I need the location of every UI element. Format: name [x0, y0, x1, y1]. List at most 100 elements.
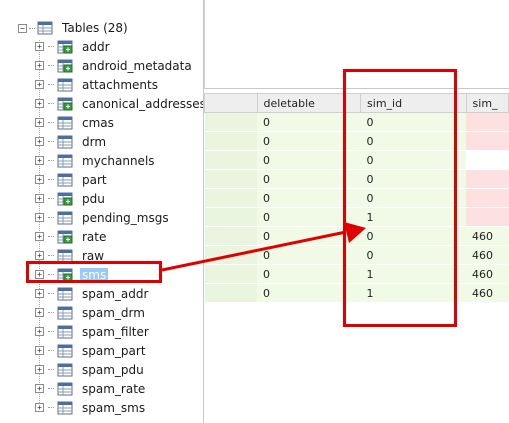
tree-item-cmas[interactable]: + cmas — [35, 113, 116, 132]
tree-connector — [48, 331, 54, 332]
cell-blank[interactable] — [204, 112, 257, 132]
expand-icon[interactable]: + — [35, 308, 44, 317]
cell-sim-partial[interactable] — [466, 131, 509, 151]
table-link-icon — [57, 192, 73, 206]
expand-icon[interactable]: + — [35, 61, 44, 70]
cell-sim-partial[interactable]: 460 — [466, 264, 509, 284]
cell-blank[interactable] — [204, 264, 257, 284]
tree-item-label: pdu — [82, 191, 105, 206]
tables-root-node[interactable]: − Tables (28) — [18, 19, 130, 37]
tree-item-pdu[interactable]: + pdu — [35, 189, 107, 208]
table-link-icon — [57, 97, 73, 111]
tree-item-label: spam_addr — [82, 286, 149, 301]
cell-sim-partial[interactable] — [466, 112, 509, 132]
tree-item-mychannels[interactable]: + mychannels — [35, 151, 157, 170]
expand-icon[interactable]: + — [35, 99, 44, 108]
tree-item-spam-sms[interactable]: + spam_sms — [35, 398, 147, 417]
tree-item-label: spam_part — [82, 343, 146, 358]
tree-item-label: mychannels — [82, 153, 155, 168]
table-icon — [57, 116, 73, 130]
collapse-icon[interactable]: − — [18, 23, 27, 33]
tree-item-canonical-addresses[interactable]: + canonical_addresses — [35, 94, 208, 113]
cell-blank[interactable] — [204, 207, 257, 227]
tree-item-attachments[interactable]: + attachments — [35, 75, 160, 94]
tree-item-spam-pdu[interactable]: + spam_pdu — [35, 360, 146, 379]
tree-item-label: part — [82, 172, 107, 187]
expand-icon[interactable]: + — [35, 80, 44, 89]
expand-icon[interactable]: + — [35, 251, 44, 260]
expand-icon[interactable]: + — [35, 384, 44, 393]
tree-item-drm[interactable]: + drm — [35, 132, 108, 151]
expand-icon[interactable]: + — [35, 156, 44, 165]
cell-sim-partial[interactable] — [466, 150, 509, 170]
expand-icon[interactable]: + — [35, 118, 44, 127]
cell-blank[interactable] — [204, 226, 257, 246]
tree-item-pending-msgs[interactable]: + pending_msgs — [35, 208, 171, 227]
cell-sim-partial[interactable]: 460 — [466, 245, 509, 265]
tree-connector — [48, 369, 54, 370]
tree-item-spam-rate[interactable]: + spam_rate — [35, 379, 147, 398]
expand-icon[interactable]: + — [35, 289, 44, 298]
tree-item-label: rate — [82, 229, 107, 244]
expand-icon[interactable]: + — [35, 175, 44, 184]
expand-icon[interactable]: + — [35, 403, 44, 412]
cell-blank[interactable] — [204, 188, 257, 208]
table-link-icon — [57, 230, 73, 244]
tree-item-rate[interactable]: + rate — [35, 227, 108, 246]
expand-icon[interactable]: + — [35, 346, 44, 355]
tree-item-spam-filter[interactable]: + spam_filter — [35, 322, 151, 341]
table-icon — [57, 173, 73, 187]
tree-item-spam-drm[interactable]: + spam_drm — [35, 303, 147, 322]
tables-folder-icon — [37, 21, 53, 35]
tree-connector — [48, 388, 54, 389]
cell-sim-partial[interactable] — [466, 169, 509, 189]
tree-item-label: android_metadata — [82, 58, 192, 73]
expand-icon[interactable]: + — [35, 232, 44, 241]
tree-item-label: spam_rate — [82, 381, 146, 396]
expand-icon[interactable]: + — [35, 137, 44, 146]
tree-item-spam-addr[interactable]: + spam_addr — [35, 284, 150, 303]
table-icon — [57, 325, 73, 339]
tree-item-label: spam_drm — [82, 305, 145, 320]
table-icon — [57, 344, 73, 358]
tree-item-label: spam_filter — [82, 324, 149, 339]
tree-item-android-metadata[interactable]: + android_metadata — [35, 56, 194, 75]
tree-item-part[interactable]: + part — [35, 170, 109, 189]
tree-connector — [48, 122, 54, 123]
cell-blank[interactable] — [204, 283, 257, 303]
tree-connector — [48, 103, 54, 104]
tree-connector — [48, 407, 54, 408]
expand-icon[interactable]: + — [35, 327, 44, 336]
cell-blank[interactable] — [204, 245, 257, 265]
tree-item-label: spam_pdu — [82, 362, 144, 377]
tree-connector — [48, 255, 54, 256]
table-tree-panel: − Tables (28) + addr + android_metadata + att… — [0, 0, 206, 423]
tree-item-label: drm — [82, 134, 107, 149]
expand-icon[interactable]: + — [35, 213, 44, 222]
tables-root-label: Tables (28) — [62, 21, 128, 35]
table-icon — [57, 154, 73, 168]
tree-item-addr[interactable]: + addr — [35, 37, 112, 56]
cell-blank[interactable] — [204, 150, 257, 170]
cell-sim-partial[interactable] — [466, 207, 509, 227]
table-icon — [57, 363, 73, 377]
cell-blank[interactable] — [204, 131, 257, 151]
tree-connector — [48, 293, 54, 294]
table-icon — [57, 78, 73, 92]
tree-item-label: attachments — [82, 77, 158, 92]
table-icon — [57, 135, 73, 149]
expand-icon[interactable]: + — [35, 42, 44, 51]
expand-icon[interactable]: + — [35, 365, 44, 374]
tree-connector — [48, 65, 54, 66]
table-icon — [57, 306, 73, 320]
top-panel-divider — [204, 0, 205, 88]
tree-connector — [48, 217, 54, 218]
cell-sim-partial[interactable] — [466, 188, 509, 208]
tree-item-spam-part[interactable]: + spam_part — [35, 341, 148, 360]
cell-blank[interactable] — [204, 169, 257, 189]
column-header-sim-partial[interactable]: sim_ — [465, 93, 509, 113]
cell-sim-partial[interactable]: 460 — [466, 283, 509, 303]
cell-sim-partial[interactable]: 460 — [466, 226, 509, 246]
expand-icon[interactable]: + — [35, 194, 44, 203]
column-header-blank[interactable] — [204, 93, 258, 113]
